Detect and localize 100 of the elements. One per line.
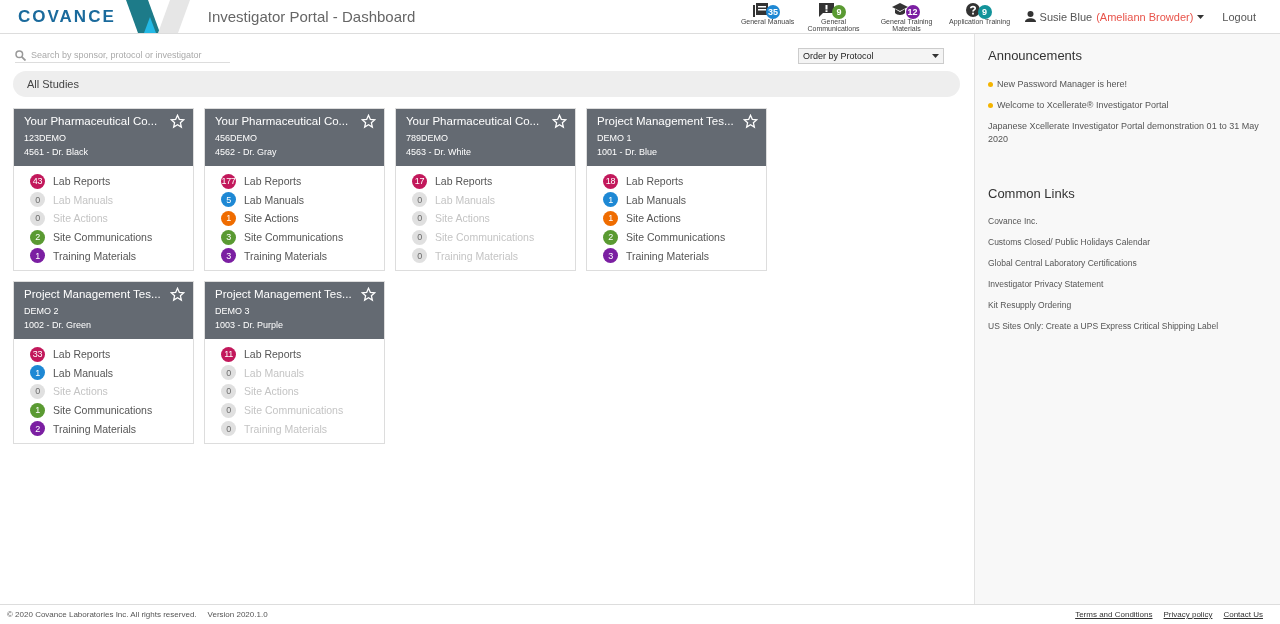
count-badge: 2 xyxy=(603,229,618,245)
category-link[interactable]: Site Actions xyxy=(626,212,681,225)
count-badge: 11 xyxy=(221,346,236,362)
help-icon xyxy=(965,2,980,17)
category-link[interactable]: Lab Reports xyxy=(435,175,493,188)
book-stack-icon xyxy=(753,2,769,17)
protocol-text: DEMO 3 xyxy=(215,305,251,316)
protocol-text: DEMO 1 xyxy=(597,133,633,143)
count-badge: 1 xyxy=(30,248,45,264)
count-badge: 0 xyxy=(412,211,427,226)
search-icon xyxy=(15,49,26,61)
sort-dropdown[interactable]: Order by Protocol xyxy=(798,48,944,64)
study-title[interactable]: Your Pharmaceutical Co... xyxy=(24,115,184,127)
count-badge: 0 xyxy=(412,229,427,245)
category-link[interactable]: Training Materials xyxy=(53,249,137,262)
count-badge: 9 xyxy=(832,4,847,19)
category-link[interactable]: Lab Manuals xyxy=(626,193,687,206)
footer-link[interactable]: Contact Us xyxy=(1223,610,1263,619)
graduation-cap-icon xyxy=(891,3,908,16)
count-badge: 0 xyxy=(412,192,427,208)
category-link[interactable]: Site Communications xyxy=(244,231,344,244)
study-title[interactable]: Your Pharmaceutical Co... xyxy=(406,115,566,127)
category-link[interactable]: Lab Reports xyxy=(244,348,302,361)
star-icon[interactable] xyxy=(552,114,567,129)
site-text: 1002 - Dr. Green xyxy=(24,319,93,330)
category-link[interactable]: Site Communications xyxy=(53,231,153,244)
logout-link[interactable]: Logout xyxy=(1222,10,1256,23)
footer-link[interactable]: Terms and Conditions xyxy=(1075,610,1153,619)
common-link[interactable]: Customs Closed/ Public Holidays Calendar xyxy=(988,237,1280,247)
study-title[interactable]: Project Management Tes... xyxy=(215,287,375,300)
count-badge: 0 xyxy=(30,383,45,399)
category-link[interactable]: Training Materials xyxy=(244,249,328,262)
common-link[interactable]: US Sites Only: Create a UPS Express Critical Shipping Label xyxy=(988,321,1280,331)
count-badge: 177 xyxy=(221,173,236,189)
version-text: Version 2020.1.0 xyxy=(207,610,268,619)
star-icon[interactable] xyxy=(170,114,185,129)
site-text: 4562 - Dr. Gray xyxy=(215,147,278,157)
category-link[interactable]: Site Communications xyxy=(626,231,726,244)
star-icon[interactable] xyxy=(170,286,185,302)
message-alert-icon xyxy=(819,2,835,17)
footer-link[interactable]: Privacy policy xyxy=(1163,610,1213,619)
count-badge: 1 xyxy=(221,211,236,226)
category-link[interactable]: Lab Manuals xyxy=(244,193,305,206)
count-badge: 1 xyxy=(603,192,618,208)
site-text: 4561 - Dr. Black xyxy=(24,147,90,157)
count-badge: 17 xyxy=(412,173,427,189)
count-badge: 2 xyxy=(30,229,45,245)
star-icon[interactable] xyxy=(361,114,376,129)
protocol-text: DEMO 2 xyxy=(24,305,60,316)
common-link[interactable]: Kit Resupply Ordering xyxy=(988,300,1280,310)
category-link[interactable]: Lab Reports xyxy=(244,175,302,188)
study-title[interactable]: Project Management Tes... xyxy=(24,287,184,300)
count-badge: 0 xyxy=(221,383,236,399)
person-icon xyxy=(1024,11,1036,22)
announcement-link[interactable]: Welcome to Xcellerate® Investigator Portal xyxy=(997,99,1169,112)
common-link[interactable]: Global Central Laboratory Certifications xyxy=(988,258,1280,268)
common-link[interactable]: Covance Inc. xyxy=(988,216,1280,226)
star-icon[interactable] xyxy=(361,286,376,302)
category-link[interactable]: Site Actions xyxy=(244,212,299,225)
count-badge: 0 xyxy=(30,192,45,208)
count-badge: 1 xyxy=(30,402,45,418)
count-badge: 12 xyxy=(905,4,920,19)
star-icon[interactable] xyxy=(743,114,758,129)
category-link[interactable]: Site Communications xyxy=(53,404,153,417)
category-link[interactable]: Lab Reports xyxy=(626,175,684,188)
copyright-text: © 2020 Covance Laboratories Inc. All rights reserved. xyxy=(7,610,197,619)
search-field[interactable]: Search by sponsor, protocol or investigator xyxy=(15,49,230,63)
site-text: 1001 - Dr. Blue xyxy=(597,147,659,157)
announcement-link[interactable]: Japanese Xcellerate Investigator Portal demonstration 01 to 31 May 2020 xyxy=(988,120,1260,146)
count-badge: 1 xyxy=(30,365,45,381)
bullet-icon xyxy=(988,82,993,87)
category-link[interactable]: Lab Reports xyxy=(53,175,111,188)
caret-icon xyxy=(1197,14,1205,19)
count-badge: 0 xyxy=(412,248,427,264)
count-badge: 43 xyxy=(30,173,45,189)
group-header: All Studies xyxy=(13,71,960,97)
count-badge: 0 xyxy=(221,402,236,418)
count-badge: 33 xyxy=(30,346,45,362)
category-link[interactable]: Lab Reports xyxy=(53,348,111,361)
study-title[interactable]: Your Pharmaceutical Co... xyxy=(215,115,375,127)
user-menu[interactable]: Susie Blue (Ameliann Browder) xyxy=(1024,10,1205,23)
common-link[interactable]: Investigator Privacy Statement xyxy=(988,279,1280,289)
section-title: Announcements xyxy=(988,48,1083,63)
site-text: 1003 - Dr. Purple xyxy=(215,319,285,330)
announcement-link[interactable]: New Password Manager is here! xyxy=(997,78,1128,91)
study-title[interactable]: Project Management Tes... xyxy=(597,115,757,127)
category-link[interactable]: Lab Manuals xyxy=(53,366,114,379)
category-link[interactable]: Training Materials xyxy=(626,249,710,262)
count-badge: 0 xyxy=(221,421,236,437)
count-badge: 35 xyxy=(766,4,781,19)
page-title: Investigator Portal - Dashboard xyxy=(207,8,416,25)
count-badge: 0 xyxy=(221,365,236,381)
count-badge: 3 xyxy=(221,229,236,245)
protocol-text: 123DEMO xyxy=(24,133,68,143)
section-title: Common Links xyxy=(988,186,1076,201)
count-badge: 1 xyxy=(603,211,618,226)
protocol-text: 456DEMO xyxy=(215,133,259,143)
count-badge: 2 xyxy=(30,421,45,437)
category-link[interactable]: Training Materials xyxy=(53,422,137,435)
bullet-icon xyxy=(988,103,993,108)
